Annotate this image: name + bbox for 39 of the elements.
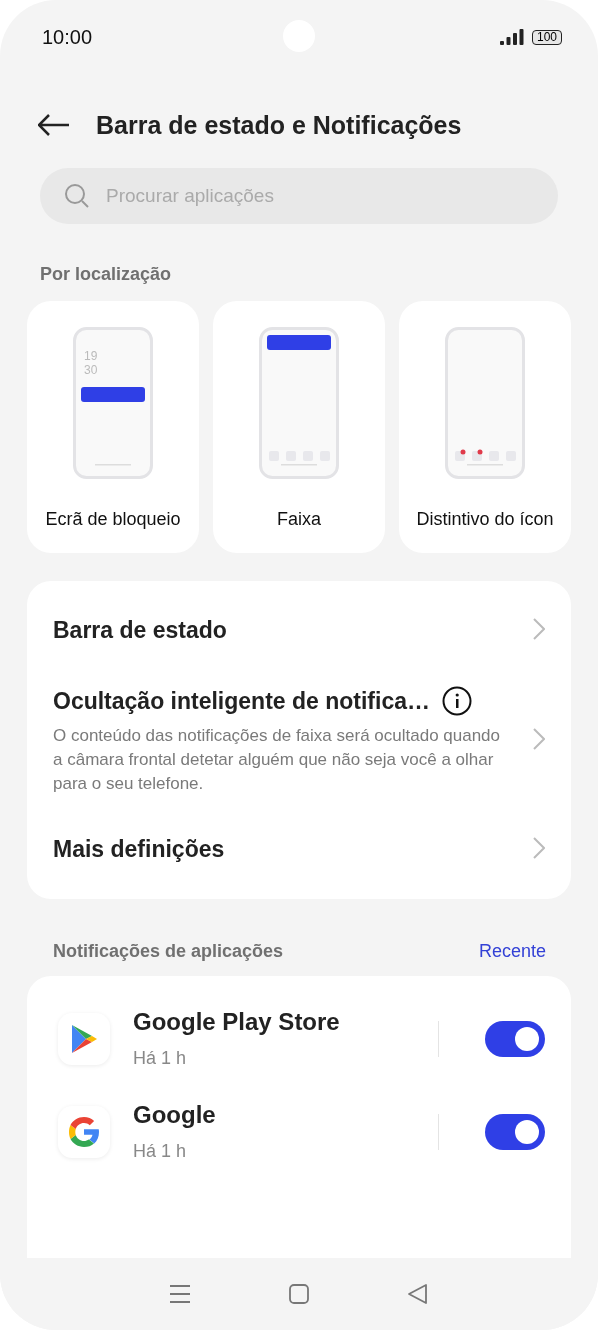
signal-icon xyxy=(499,29,524,45)
row-title: Ocultação inteligente de notifica… xyxy=(53,687,430,715)
page-title: Barra de estado e Notificações xyxy=(96,110,462,140)
menu-icon[interactable] xyxy=(168,1283,191,1305)
battery-level: 100 xyxy=(531,29,562,45)
chevron-right-icon xyxy=(533,836,545,859)
chevron-right-icon xyxy=(533,728,545,750)
card-label: Distintivo do ícon xyxy=(416,509,554,530)
row-description: O conteúdo das notificações de faixa será ocultado quando a câmara frontal detetar alguém que não seja você a olhar para o seu telefone. xyxy=(53,725,502,795)
notification-location-card[interactable]: 19 30 Ecrã de bloqueio xyxy=(27,301,199,553)
settings-row[interactable]: Mais definições xyxy=(27,814,571,885)
home-icon[interactable] xyxy=(288,1283,310,1305)
card-label: Ecrã de bloqueio xyxy=(45,509,181,530)
clock-digits: 19 xyxy=(84,349,98,363)
section-label: Notificações de aplicações xyxy=(53,941,284,962)
play-store-icon xyxy=(70,1022,98,1055)
sort-link[interactable]: Recente xyxy=(478,941,546,962)
info-icon[interactable] xyxy=(442,686,472,716)
notification-toggle[interactable] xyxy=(485,1113,545,1150)
search-icon xyxy=(64,183,90,209)
clock-digits: 30 xyxy=(84,363,98,377)
chevron-right-icon xyxy=(533,617,545,640)
settings-row[interactable]: Barra de estado xyxy=(27,595,571,666)
notification-location-card[interactable]: Faixa xyxy=(213,301,385,553)
notification-location-card[interactable]: Distintivo do ícon xyxy=(399,301,571,553)
app-time: Há 1 h xyxy=(133,1048,188,1069)
app-name: Google Play Store xyxy=(133,1008,341,1036)
status-time: 10:00 xyxy=(42,25,93,49)
app-time: Há 1 h xyxy=(133,1141,188,1162)
search-field[interactable]: Procurar aplicações xyxy=(40,168,558,224)
card-label: Faixa xyxy=(277,509,321,530)
app-name: Google xyxy=(133,1101,217,1129)
row-title: Barra de estado xyxy=(53,617,227,644)
section-label: Por localização xyxy=(40,264,172,285)
settings-row[interactable]: Ocultação inteligente de notifica… O conteúdo das notificações de faixa será ocultado quando a câmara frontal detetar alguém que não seja você a olhar para o seu telefone. xyxy=(27,666,571,814)
back-icon[interactable] xyxy=(407,1283,430,1305)
row-title: Mais definições xyxy=(53,836,225,863)
notification-toggle[interactable] xyxy=(485,1020,545,1057)
back-arrow-icon[interactable] xyxy=(38,114,70,136)
